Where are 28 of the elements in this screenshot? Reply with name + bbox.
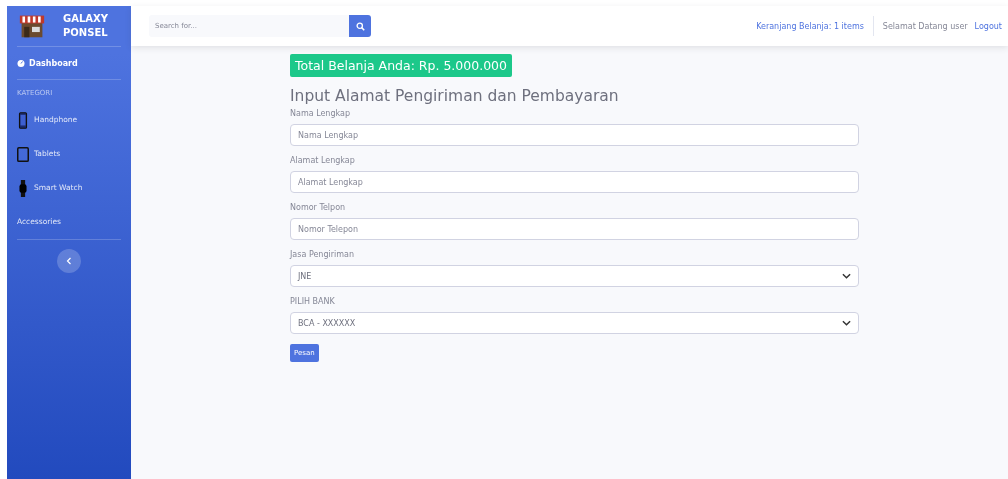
chevron-down-icon (842, 273, 851, 279)
field-label: Jasa Pengiriman (290, 250, 354, 259)
form-title: Input Alamat Pengiriman dan Pembayaran (290, 87, 619, 105)
field-label: PILIH BANK (290, 297, 335, 306)
gauge-icon (17, 59, 25, 67)
field-label: Nama Lengkap (290, 109, 350, 118)
search-button[interactable] (349, 15, 371, 37)
select-field[interactable]: BCA - XXXXXX (290, 312, 859, 334)
chevron-left-icon (66, 257, 72, 265)
store-icon (19, 13, 45, 39)
total-banner: Total Belanja Anda: Rp. 5.000.000 (290, 54, 513, 77)
field-label: Alamat Lengkap (290, 156, 355, 165)
input-field[interactable]: Nama Lengkap (290, 124, 859, 146)
sidebar-item[interactable]: Dashboard (17, 47, 121, 79)
sidebar-toggle-button[interactable] (57, 249, 81, 273)
input-field[interactable]: Nomor Telepon (290, 218, 859, 240)
logout-link[interactable]: Logout (974, 21, 1002, 31)
brand-name: GALAXY PONSEL (63, 12, 108, 40)
search-icon (355, 21, 365, 31)
tablet-icon (17, 145, 29, 163)
field-label: Nomor Telpon (290, 203, 346, 212)
greeting-text: Selamat Datang user (882, 21, 968, 31)
cart-link[interactable]: Keranjang Belanja: 1 items (756, 21, 864, 31)
phone-icon (17, 111, 29, 129)
chevron-down-icon (842, 320, 851, 326)
input-field[interactable]: Alamat Lengkap (290, 171, 859, 193)
select-field[interactable]: JNE (290, 265, 859, 287)
watch-icon (17, 179, 29, 197)
